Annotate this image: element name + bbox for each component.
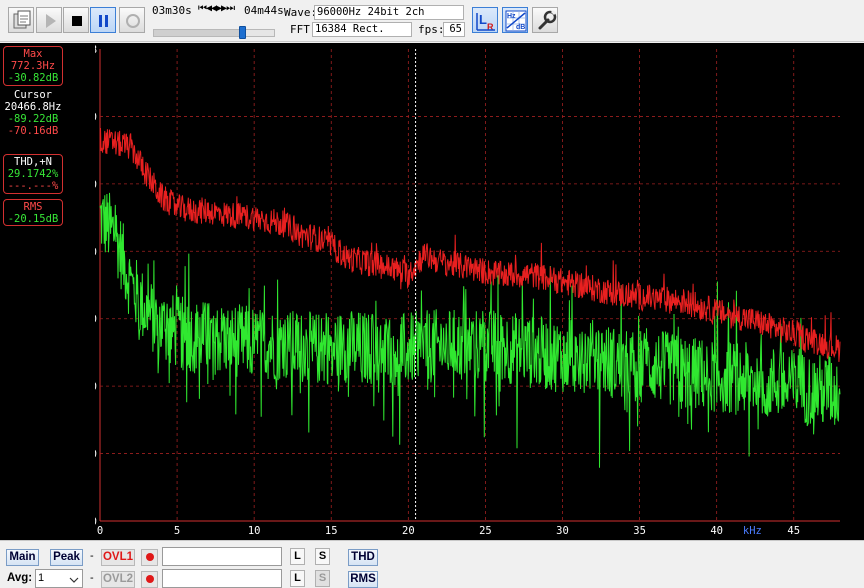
separator-dash: - — [90, 550, 94, 562]
avg-label: Avg: — [7, 572, 33, 584]
svg-text:dB: dB — [516, 24, 525, 31]
svg-text:Hz: Hz — [507, 13, 516, 20]
record-ovl1-button[interactable] — [141, 549, 158, 566]
readout-panel: Max 772.3Hz -30.82dB Cursor 20466.8Hz -8… — [0, 43, 95, 540]
save-button-1[interactable]: S — [315, 548, 330, 565]
ovl2-file-field[interactable] — [162, 569, 282, 588]
x-tick-label: 40 — [710, 525, 723, 537]
left-channel-spectrum-line — [99, 192, 841, 468]
spectrum-plot[interactable]: 0dB-20-40-60-80-100-120-1400510152025303… — [95, 43, 864, 540]
spectrum-chart[interactable]: 0dB-20-40-60-80-100-120-1400510152025303… — [95, 43, 864, 540]
play-button[interactable] — [36, 7, 62, 33]
y-tick-label: -20 — [95, 111, 97, 123]
cursor-title: Cursor — [14, 89, 52, 101]
bottom-bar: Main Peak - OVL1 L S THD Avg: 1 - OVL2 L… — [0, 540, 864, 588]
cursor-level-right: -70.16dB — [7, 125, 59, 137]
time-total: 04m44s — [244, 4, 284, 17]
record-button[interactable] — [119, 7, 145, 33]
toolbar: 03m30s ⏮◀◀▶▶⏭ 04m44s Wave: 96000Hz 24bit… — [0, 0, 864, 42]
y-tick-label: -120 — [95, 449, 97, 461]
stop-icon — [72, 16, 82, 26]
wave-label: Wave: — [284, 6, 318, 19]
rms-value: -20.15dB — [7, 213, 59, 225]
x-tick-label: 30 — [556, 525, 569, 537]
rms-title: RMS — [23, 201, 43, 213]
chevron-down-icon — [69, 577, 79, 583]
ovl1-file-field[interactable] — [162, 547, 282, 566]
cursor-level-left: -89.22dB — [7, 113, 59, 125]
max-frequency: 772.3Hz — [10, 60, 56, 72]
settings-button[interactable] — [532, 7, 558, 33]
open-file-icon — [13, 10, 31, 29]
ovl1-indicator[interactable]: OVL1 — [101, 549, 135, 566]
x-tick-label: 25 — [479, 525, 492, 537]
x-tick-label: 20 — [402, 525, 415, 537]
left-channel-button-2[interactable]: L — [290, 570, 305, 587]
stop-button[interactable] — [63, 7, 89, 33]
fft-setting-field[interactable]: 16384 Rect. — [312, 22, 412, 37]
seek-slider-fill — [154, 30, 243, 36]
scale-settings-button[interactable]: Hz dB — [502, 7, 528, 33]
thd-left: 29.1742% — [7, 168, 59, 180]
y-tick-label: 0dB — [95, 44, 97, 56]
y-tick-label: -100 — [95, 381, 97, 393]
x-axis-label: kHz — [743, 525, 762, 537]
x-tick-label: 0 — [97, 525, 103, 537]
avg-select[interactable]: 1 — [35, 569, 83, 588]
avg-select-value: 1 — [38, 572, 45, 584]
left-channel-button-1[interactable]: L — [290, 548, 305, 565]
main-button[interactable]: Main — [6, 549, 39, 566]
peak-button[interactable]: Peak — [50, 549, 83, 566]
svg-text:L: L — [479, 12, 487, 27]
seek-slider-thumb[interactable] — [238, 26, 246, 39]
y-tick-label: -80 — [95, 314, 97, 326]
separator-dash-2: - — [90, 572, 94, 584]
max-level: -30.82dB — [7, 72, 59, 84]
cursor-frequency: 20466.8Hz — [4, 101, 62, 113]
time-elapsed: 03m30s — [152, 4, 192, 17]
thd-button[interactable]: THD — [348, 549, 378, 566]
seek-slider[interactable] — [153, 26, 275, 39]
max-title: Max — [23, 48, 43, 60]
max-readout-box: Max 772.3Hz -30.82dB — [3, 46, 63, 86]
thd-right: ---.---% — [7, 180, 59, 192]
rms-readout-box: RMS -20.15dB — [3, 199, 63, 226]
y-tick-label: -60 — [95, 246, 97, 258]
x-tick-label: 45 — [787, 525, 800, 537]
pause-button[interactable] — [90, 7, 116, 33]
wave-format-field: 96000Hz 24bit 2ch — [314, 5, 464, 20]
thd-readout-box: THD,+N 29.1742% ---.---% — [3, 154, 63, 194]
lr-channel-button[interactable]: L R — [472, 7, 498, 33]
hz-db-grid-icon: Hz dB — [505, 10, 527, 32]
save-button-2[interactable]: S — [315, 570, 330, 587]
fps-field: 65 — [443, 22, 465, 37]
x-tick-label: 35 — [633, 525, 646, 537]
cursor-readout-box: Cursor 20466.8Hz -89.22dB -70.16dB — [3, 89, 63, 137]
ovl2-indicator[interactable]: OVL2 — [101, 571, 135, 588]
record-ovl2-button[interactable] — [141, 571, 158, 588]
x-tick-label: 15 — [325, 525, 338, 537]
thd-title: THD,+N — [14, 156, 52, 168]
x-tick-label: 10 — [248, 525, 261, 537]
fps-label: fps: — [418, 23, 445, 36]
play-icon — [46, 14, 56, 28]
x-tick-label: 5 — [174, 525, 180, 537]
lr-channel-icon: L R — [476, 12, 495, 32]
rms-button[interactable]: RMS — [348, 571, 378, 588]
pause-icon — [99, 15, 108, 27]
wrench-icon — [538, 9, 557, 30]
open-file-button[interactable] — [8, 7, 34, 33]
transport-controls[interactable]: ⏮◀◀▶▶⏭ — [198, 3, 235, 14]
record-icon — [126, 14, 140, 28]
y-tick-label: -40 — [95, 179, 97, 191]
